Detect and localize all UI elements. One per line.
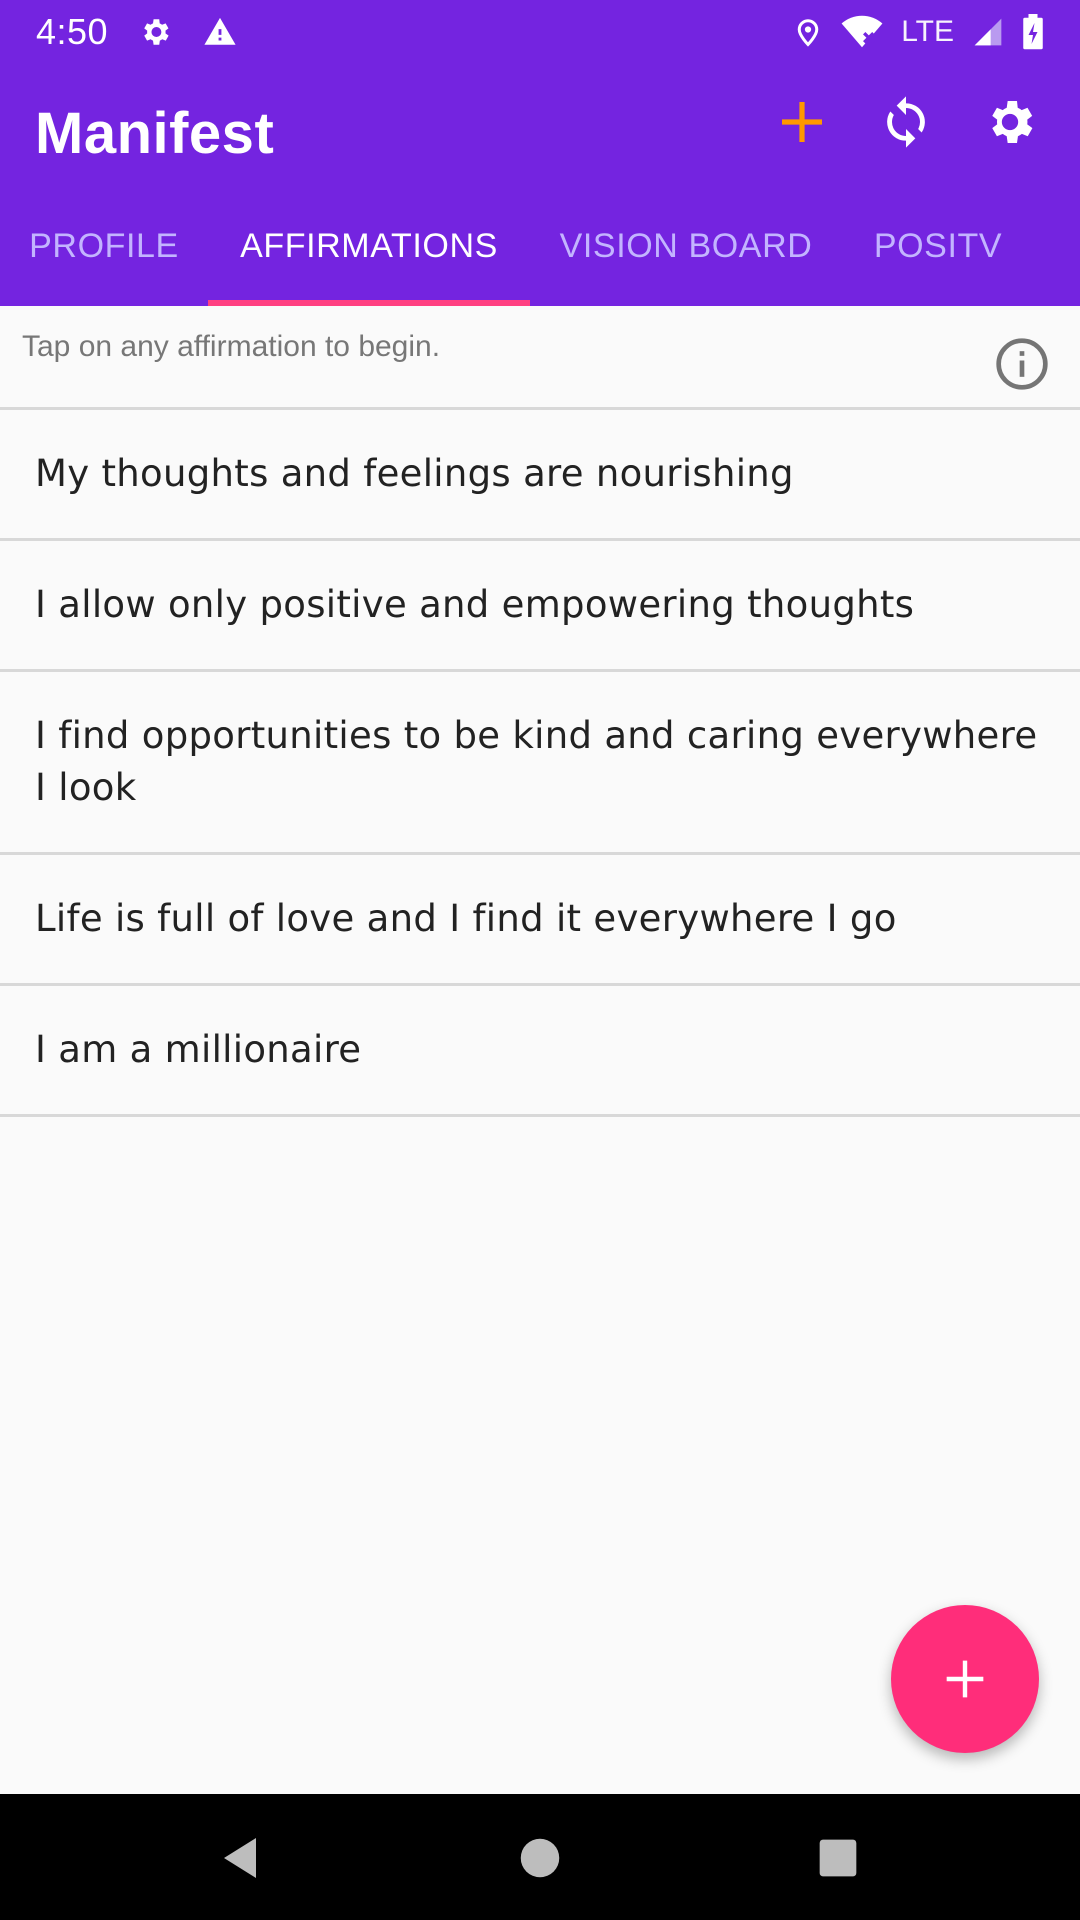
app-title: Manifest [35,101,275,166]
home-icon [520,1838,560,1878]
affirmation-item[interactable]: I am a millionaire [0,986,1080,1117]
gear-icon [992,101,1033,143]
affirmation-item[interactable]: I find opportunities to be kind and cari… [0,672,1080,855]
network-type: LTE [901,15,954,48]
add-fab-button[interactable] [891,1605,1039,1753]
home-button[interactable] [510,1828,570,1888]
add-affirmation-button[interactable] [772,92,832,152]
info-icon [996,338,1048,390]
location-icon [793,15,823,49]
sync-icon [887,96,925,148]
signal-icon [972,16,1004,48]
affirmation-list: My thoughts and feelings are nourishing … [0,410,1080,1117]
status-time: 4:50 [36,11,109,52]
tab-vision-board[interactable]: VISION BOARD [530,186,842,306]
recents-icon [819,1839,857,1877]
hint-row: Tap on any affirmation to begin. [0,306,1080,410]
back-icon [224,1838,256,1878]
hint-text: Tap on any affirmation to begin. [22,330,441,363]
add-icon [946,1660,984,1698]
sync-button[interactable] [876,92,936,152]
warning-icon [202,15,238,49]
status-bar: 4:50 LTE [0,0,1080,64]
settings-icon [138,15,172,49]
settings-button[interactable] [980,92,1040,152]
tab-profile[interactable]: PROFILE [0,186,208,306]
affirmation-item[interactable]: My thoughts and feelings are nourishing [0,410,1080,541]
tab-affirmations[interactable]: AFFIRMATIONS [208,186,530,306]
affirmation-item[interactable]: Life is full of love and I find it every… [0,855,1080,986]
app-bar-actions [772,92,1040,152]
add-icon [782,102,822,142]
tab-positv[interactable]: POSITV [842,186,1034,306]
affirmation-item[interactable]: I allow only positive and empowering tho… [0,541,1080,672]
app-bar: Manifest PROFILE AFFIRMATIONS VISION BOA… [0,64,1080,306]
app-screen: 4:50 LTE Manifest PROFILE AFFIRMATIONS V… [0,0,1080,1920]
recents-button[interactable] [808,1828,868,1888]
tab-bar: PROFILE AFFIRMATIONS VISION BOARD POSITV [0,186,1080,306]
info-button[interactable] [994,336,1050,392]
battery-charging-icon [1022,14,1044,50]
wifi-icon [841,15,883,49]
back-button[interactable] [210,1828,270,1888]
system-nav-bar [0,1794,1080,1920]
